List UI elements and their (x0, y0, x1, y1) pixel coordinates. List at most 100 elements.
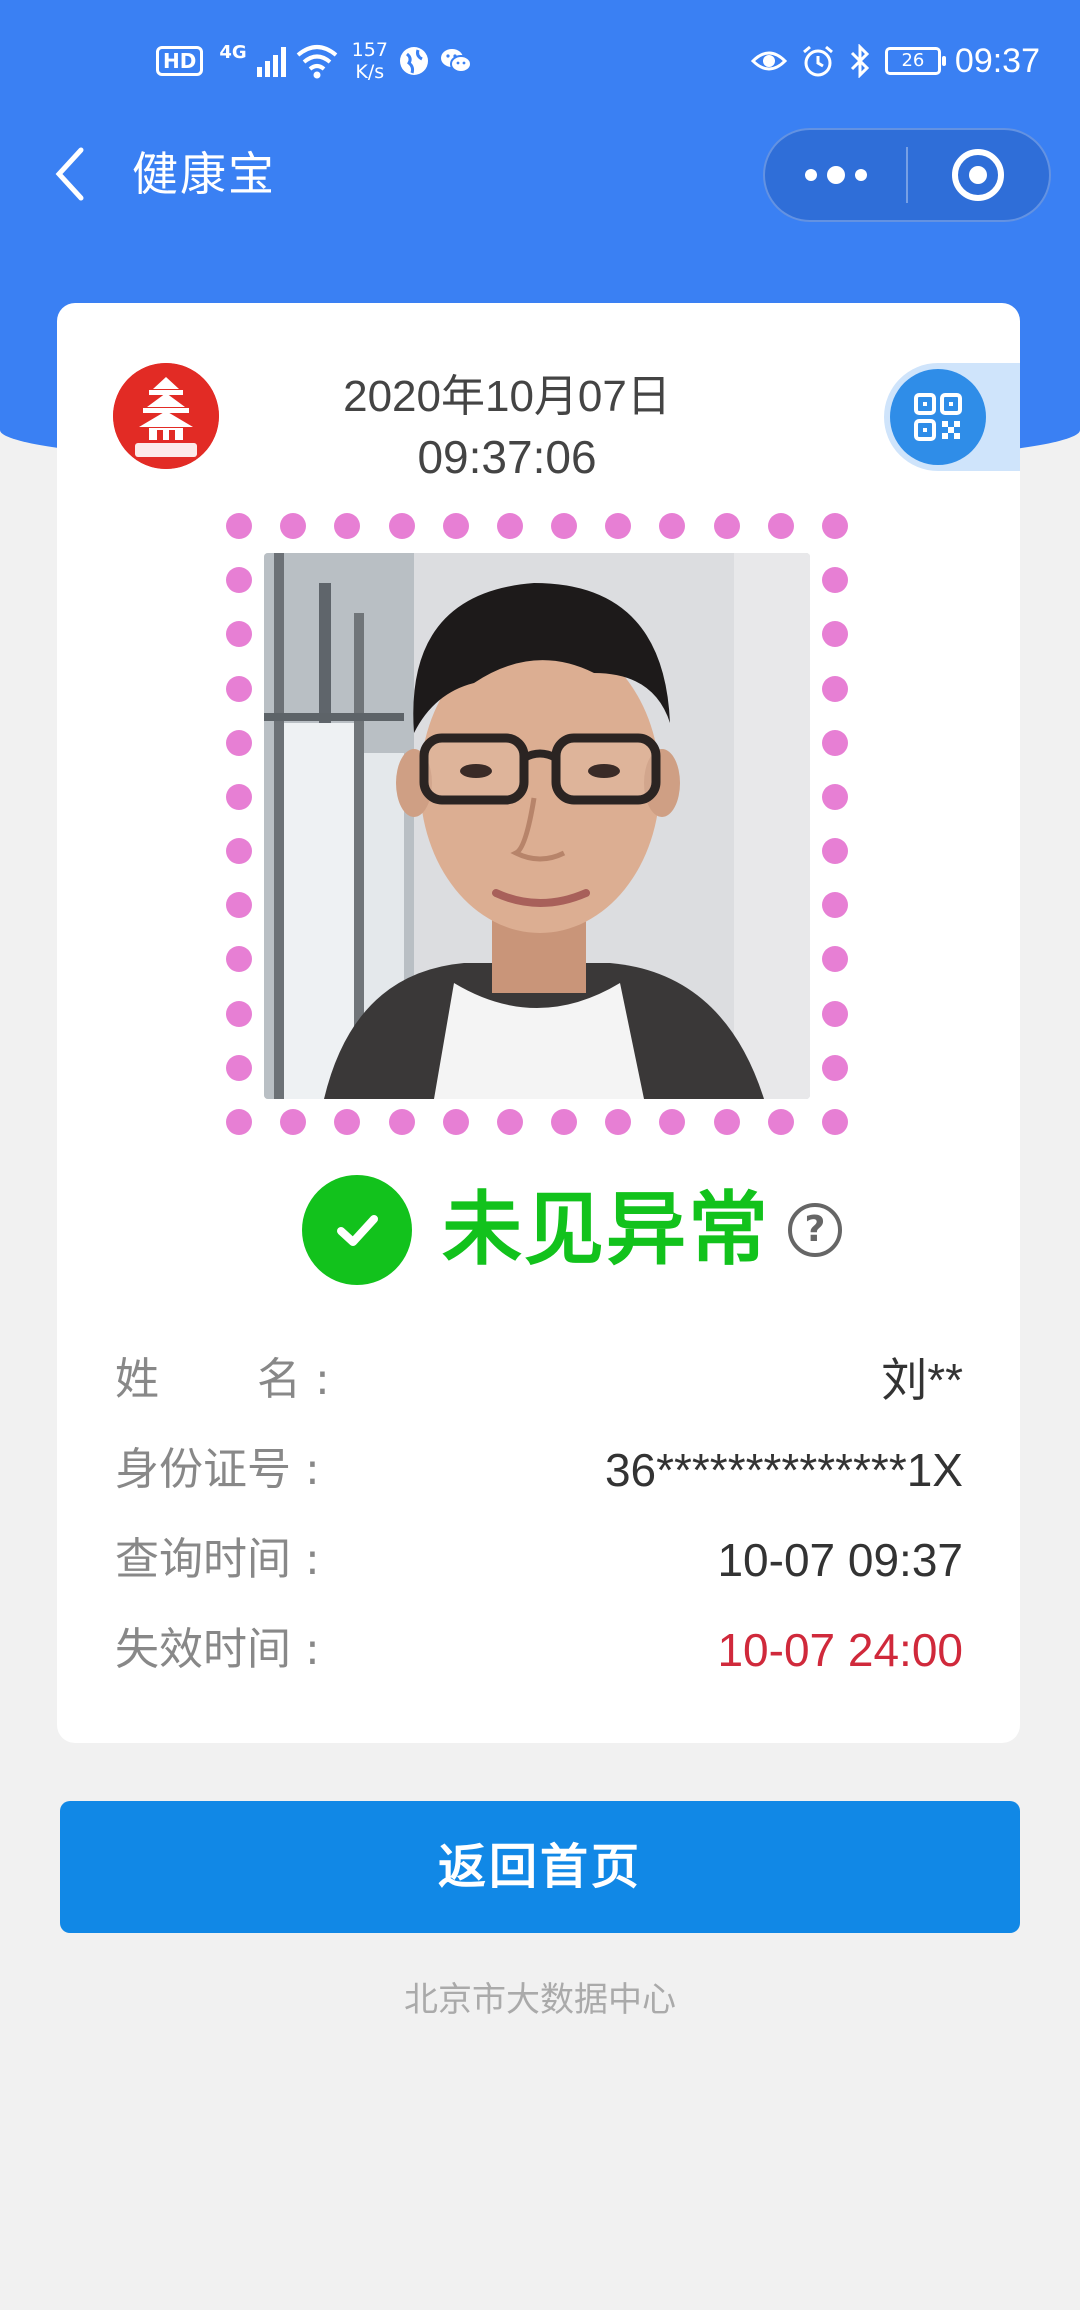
frame-dot (822, 729, 848, 756)
frame-dot (713, 1109, 740, 1135)
frame-dot (822, 567, 848, 594)
frame-dot (822, 1109, 848, 1135)
hd-indicator: HD (156, 46, 204, 76)
clock: 09:37 (954, 41, 1040, 80)
frame-dot (767, 513, 794, 539)
qr-code-button[interactable] (890, 369, 986, 465)
speed-unit: K/s (355, 61, 385, 83)
frame-dot (280, 513, 307, 539)
frame-dot (226, 892, 252, 919)
frame-dot (605, 1109, 632, 1135)
eye-icon (750, 51, 787, 71)
frame-dot (226, 1054, 252, 1081)
frame-dot (226, 783, 252, 810)
qr-code-tab[interactable] (884, 363, 1020, 471)
expire-time-label: 失效时间 : (115, 1620, 320, 1680)
frame-dot (767, 1109, 794, 1135)
speed-value: 157 (351, 39, 388, 61)
time-text: 09:37:06 (417, 431, 597, 483)
page-title: 健康宝 (132, 147, 276, 201)
id-label: 身份证号 : (115, 1440, 320, 1500)
frame-dot (388, 513, 415, 539)
close-target-icon (952, 149, 1005, 201)
frame-dot (822, 1000, 848, 1027)
label-colon: : (305, 1534, 320, 1585)
more-dot-icon (826, 166, 845, 184)
query-time-value: 10-07 09:37 (717, 1534, 963, 1586)
info-row-expire-time: 失效时间 : 10-07 24:00 (115, 1606, 963, 1696)
status-bar: HD 4G 157 K/s 26 09:37 (0, 0, 1080, 120)
frame-dot (822, 513, 848, 539)
frame-dot (822, 892, 848, 919)
frame-dot (822, 838, 848, 865)
wifi-icon (296, 43, 338, 79)
check-icon (302, 1175, 412, 1285)
id-label-text: 身份证号 (115, 1444, 291, 1495)
frame-dot (334, 513, 361, 539)
name-label-char-2: 名 (257, 1354, 301, 1405)
frame-dot (822, 621, 848, 648)
health-status: 未见异常 ? (302, 1175, 842, 1285)
bluetooth-icon (850, 44, 870, 78)
frame-dot (442, 1109, 469, 1135)
frame-dot (226, 838, 252, 865)
frame-dot (605, 513, 632, 539)
name-label-char-1: 姓 (115, 1354, 159, 1405)
qr-code-icon (914, 393, 962, 441)
status-bar-right: 26 09:37 (750, 36, 1040, 86)
frame-dot (226, 1000, 252, 1027)
frame-dot (551, 1109, 578, 1135)
close-button[interactable] (908, 128, 1049, 222)
network-type: 4G (219, 41, 247, 63)
frame-dot (226, 513, 252, 539)
frame-dot (226, 729, 252, 756)
info-list: 姓 名 : 刘** 身份证号 : 36**************1X 查询时间 … (115, 1336, 963, 1696)
back-button[interactable] (40, 144, 100, 204)
frame-dot (713, 513, 740, 539)
help-icon[interactable]: ? (788, 1203, 842, 1257)
label-colon: : (315, 1354, 330, 1405)
info-row-query-time: 查询时间 : 10-07 09:37 (115, 1516, 963, 1606)
id-value: 36**************1X (604, 1444, 963, 1496)
expire-label-text: 失效时间 (115, 1624, 291, 1675)
info-row-id: 身份证号 : 36**************1X (115, 1426, 963, 1516)
name-value: 刘** (881, 1354, 963, 1406)
expire-time-value: 10-07 24:00 (717, 1624, 963, 1676)
frame-dot (280, 1109, 307, 1135)
user-photo (264, 553, 810, 1099)
frame-dot (388, 1109, 415, 1135)
query-time-label: 查询时间 : (115, 1530, 320, 1590)
more-dot-icon (804, 169, 817, 181)
frame-dot (496, 513, 523, 539)
frame-dot (334, 1109, 361, 1135)
frame-dot (659, 1109, 686, 1135)
more-button[interactable] (765, 128, 906, 222)
frame-dot (822, 675, 848, 702)
frame-dot (551, 513, 578, 539)
frame-dot (226, 675, 252, 702)
frame-dot (496, 1109, 523, 1135)
frame-dot (822, 1054, 848, 1081)
portrait-image (264, 553, 810, 1099)
info-row-name: 姓 名 : 刘** (115, 1336, 963, 1426)
miniprogram-capsule (763, 128, 1051, 222)
frame-dot (226, 567, 252, 594)
frame-dot (442, 513, 469, 539)
signal-icon (256, 45, 286, 77)
status-bar-left: HD 4G 157 K/s (156, 36, 472, 86)
query-label-text: 查询时间 (115, 1534, 291, 1585)
battery-icon: 26 (884, 47, 946, 75)
beijing-health-logo (113, 363, 219, 469)
frame-dot (822, 946, 848, 973)
frame-dot (226, 1109, 252, 1135)
chevron-left-icon (55, 147, 84, 201)
wechat-icon (440, 49, 472, 73)
globe-icon (399, 47, 428, 75)
more-dot-icon (854, 169, 867, 181)
return-home-button[interactable]: 返回首页 (60, 1801, 1020, 1933)
date-text: 2020年10月07日 (343, 372, 671, 421)
network-speed: 157 K/s (352, 39, 388, 83)
frame-dot (226, 621, 252, 648)
frame-dot (226, 946, 252, 973)
timestamp: 2020年10月07日 09:37:06 (287, 367, 727, 487)
